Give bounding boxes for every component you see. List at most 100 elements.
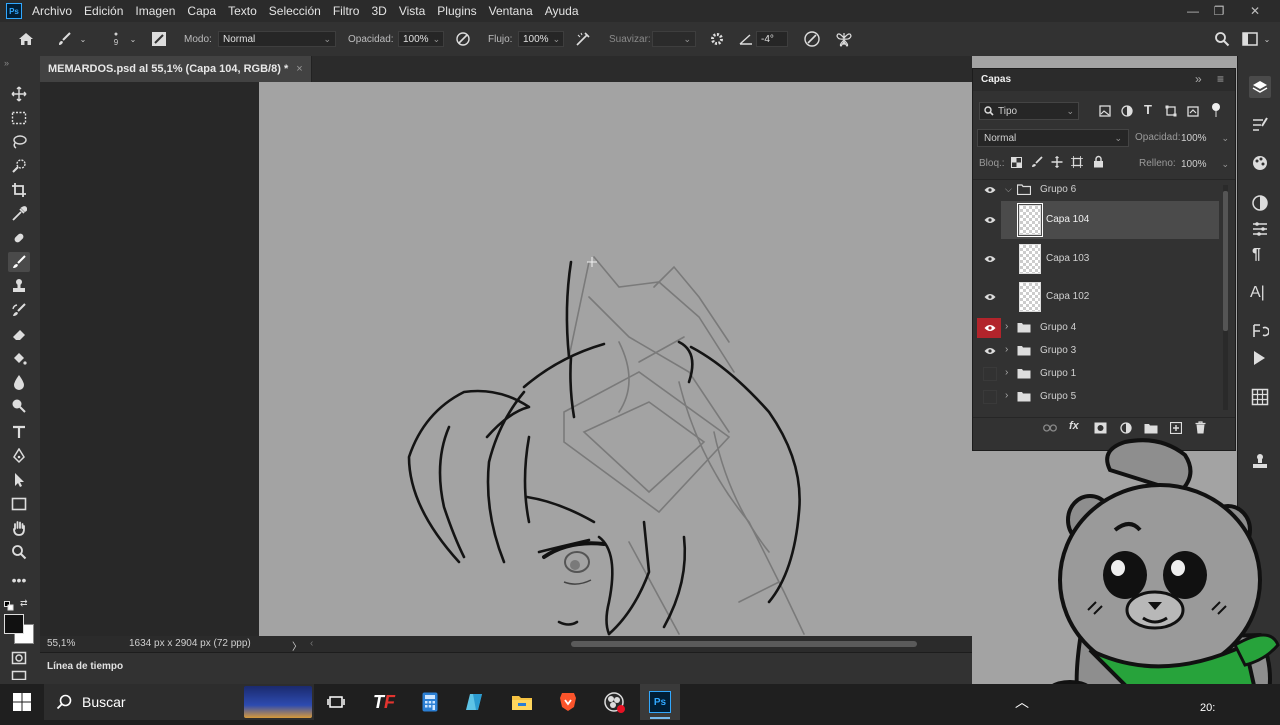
visibility-off-box[interactable] (983, 367, 997, 381)
layer-row-grupo-1[interactable]: › Grupo 1 (973, 363, 1221, 385)
close-icon[interactable]: ✕ (1242, 0, 1268, 22)
menu-imagen[interactable]: Imagen (135, 4, 175, 18)
layer-row-capa-103[interactable]: Capa 103 (973, 240, 1221, 278)
layer-row-grupo-3[interactable]: › Grupo 3 (973, 340, 1221, 362)
zoom-tool-icon[interactable] (8, 542, 30, 562)
app-tf-icon[interactable]: TF (364, 684, 404, 720)
properties-icon[interactable] (1251, 220, 1269, 243)
actions-play-icon[interactable] (1252, 350, 1266, 371)
dodge-tool-icon[interactable] (8, 396, 30, 416)
gear-icon[interactable] (708, 30, 726, 48)
visibility-eye-icon[interactable] (983, 344, 997, 358)
table-grid-icon[interactable] (1251, 388, 1269, 411)
menu-texto[interactable]: Texto (228, 4, 257, 18)
brush-tool-icon[interactable] (8, 252, 30, 272)
lock-artboard-icon[interactable] (1071, 156, 1083, 171)
visibility-eye-icon[interactable] (983, 183, 997, 197)
more-tools-icon[interactable]: ••• (8, 570, 30, 590)
taskbar-search-box[interactable]: Buscar (44, 684, 314, 720)
layer-row-capa-102[interactable]: Capa 102 (973, 278, 1221, 316)
filter-adjustment-icon[interactable] (1121, 105, 1133, 120)
lock-position-icon[interactable] (1051, 156, 1063, 171)
menu-archivo[interactable]: Archivo (32, 4, 72, 18)
layer-row-grupo-4[interactable]: › Grupo 4 (973, 317, 1221, 339)
workspace-icon[interactable] (1240, 30, 1260, 48)
airbrush-icon[interactable] (574, 30, 592, 48)
marquee-tool-icon[interactable] (8, 108, 30, 128)
collapse-icon[interactable]: » (4, 58, 9, 68)
menu-capa[interactable]: Capa (187, 4, 216, 18)
path-selection-tool-icon[interactable] (8, 470, 30, 490)
chevron-right-icon[interactable]: › (1005, 344, 1008, 355)
flow-field[interactable]: 100% ⌄ (518, 31, 564, 47)
menu-edicion[interactable]: Edición (84, 4, 123, 18)
windows-start-icon[interactable] (2, 684, 42, 720)
show-hidden-icons-chevron-up-icon[interactable]: ︿ (1002, 684, 1042, 720)
layers-scrollbar-track[interactable] (1223, 185, 1228, 410)
layers-panel-title[interactable]: Capas (981, 74, 1011, 85)
history-icon[interactable] (1251, 322, 1270, 345)
type-tool-icon[interactable] (8, 422, 30, 442)
filter-pixel-icon[interactable] (1099, 105, 1111, 120)
brush-size-picker[interactable]: ● 9 (108, 26, 124, 52)
panel-menu-icon[interactable]: ≡ (1217, 72, 1224, 86)
drawing-canvas[interactable] (259, 82, 972, 636)
layers-scrollbar-thumb[interactable] (1223, 191, 1228, 331)
chevron-down-icon[interactable]: ⌄ (1262, 33, 1272, 45)
chevron-right-icon[interactable]: › (1005, 390, 1008, 401)
collapse-panel-icon[interactable]: » (1195, 72, 1202, 86)
menu-3d[interactable]: 3D (371, 4, 386, 18)
close-tab-icon[interactable]: × (296, 63, 302, 75)
brave-browser-icon[interactable] (548, 684, 588, 720)
taskbar-clock[interactable]: 20: (1200, 702, 1215, 714)
layer-filter-select[interactable]: Tipo ⌄ (979, 102, 1079, 120)
opacity-field[interactable]: 100% ⌄ (398, 31, 444, 47)
fill-field[interactable]: 100% ⌄ (1181, 155, 1229, 173)
layers-panel-icon[interactable] (1249, 76, 1271, 98)
visibility-eye-icon[interactable] (983, 290, 997, 304)
menu-seleccion[interactable]: Selección (269, 4, 321, 18)
quick-selection-tool-icon[interactable] (8, 156, 30, 176)
chevron-right-icon[interactable]: › (1005, 321, 1008, 332)
clone-stamp-tool-icon[interactable] (8, 276, 30, 296)
menu-vista[interactable]: Vista (399, 4, 425, 18)
menu-ventana[interactable]: Ventana (489, 4, 533, 18)
calculator-icon[interactable] (410, 684, 450, 720)
search-icon[interactable] (1212, 30, 1232, 48)
obs-recording-icon[interactable] (594, 684, 634, 720)
restore-icon[interactable]: ❐ (1206, 0, 1232, 22)
layer-row-grupo-5[interactable]: › Grupo 5 (973, 386, 1221, 408)
minimize-icon[interactable]: — (1180, 0, 1206, 22)
visibility-eye-icon[interactable] (983, 213, 997, 227)
filter-shape-icon[interactable] (1165, 105, 1177, 120)
filter-type-icon[interactable]: T (1144, 102, 1152, 117)
pressure-size-icon[interactable] (802, 30, 822, 48)
photoshop-taskbar-icon[interactable]: Ps (640, 684, 680, 720)
mode-select[interactable]: Normal ⌄ (218, 31, 336, 47)
quick-mask-icon[interactable] (8, 648, 30, 668)
lock-transparent-icon[interactable] (1011, 157, 1022, 171)
notes-app-icon[interactable] (456, 684, 496, 720)
blur-tool-icon[interactable] (8, 372, 30, 392)
brush-settings-icon[interactable] (150, 30, 168, 48)
pressure-opacity-icon[interactable] (454, 30, 472, 48)
menu-ayuda[interactable]: Ayuda (545, 4, 579, 18)
pen-tool-icon[interactable] (8, 446, 30, 466)
swap-colors-icon[interactable]: ⇄ (20, 598, 30, 608)
rectangle-tool-icon[interactable] (8, 494, 30, 514)
chevron-right-icon[interactable]: › (1005, 367, 1008, 378)
paint-bucket-tool-icon[interactable] (8, 348, 30, 368)
document-tab[interactable]: MEMARDOS.psd al 55,1% (Capa 104, RGB/8) … (40, 56, 312, 82)
timeline-title[interactable]: Línea de tiempo (47, 661, 123, 672)
task-view-icon[interactable] (316, 684, 356, 720)
default-colors-icon[interactable] (4, 598, 14, 611)
eyedropper-tool-icon[interactable] (8, 204, 30, 224)
screen-mode-icon[interactable] (8, 668, 30, 682)
paragraph-icon[interactable]: ¶ (1252, 246, 1261, 264)
smooth-field[interactable]: ⌄ (652, 31, 696, 47)
chevron-down-icon[interactable]: ⌄ (78, 33, 88, 45)
file-explorer-icon[interactable] (502, 684, 542, 720)
move-tool-icon[interactable] (8, 84, 30, 104)
visibility-off-box[interactable] (983, 390, 997, 404)
visibility-eye-icon[interactable] (983, 252, 997, 266)
